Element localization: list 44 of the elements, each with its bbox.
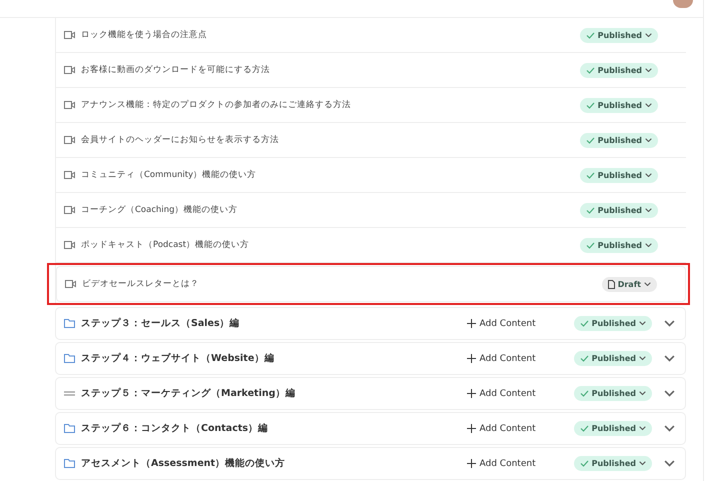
status-dropdown[interactable]: Published xyxy=(580,98,658,112)
lesson-title: ポッドキャスト（Podcast）機能の使い方 xyxy=(81,239,250,251)
status-dropdown[interactable]: Published xyxy=(574,456,652,471)
add-content-button[interactable]: Add Content xyxy=(460,352,542,364)
section-card[interactable]: ステップ５：マーケティング（Marketing）編 Add Content Published xyxy=(55,377,686,410)
section-card[interactable]: アセスメント（Assessment）機能の使い方 Add Content Published xyxy=(55,447,686,480)
lesson-title: ビデオセールスレターとは？ xyxy=(82,278,200,290)
section-title: ステップ４：ウェブサイト（Website）編 xyxy=(81,352,276,365)
status-dropdown[interactable]: Published xyxy=(574,421,652,436)
add-content-button[interactable]: Add Content xyxy=(460,422,542,434)
lesson-row[interactable]: コーチング（Coaching）機能の使い方 Published xyxy=(56,193,686,228)
lesson-row[interactable]: ポッドキャスト（Podcast）機能の使い方 Published xyxy=(56,228,686,263)
status-dropdown[interactable]: Published xyxy=(574,316,652,331)
lesson-title: コーチング（Coaching）機能の使い方 xyxy=(81,204,239,216)
lesson-row[interactable]: 会員サイトのヘッダーにお知らせを表示する方法 Published xyxy=(56,123,686,158)
add-content-button[interactable]: Add Content xyxy=(460,458,542,470)
status-dropdown[interactable]: Published xyxy=(574,386,652,401)
lesson-row[interactable]: ロック機能を使う場合の注意点 Published xyxy=(56,18,686,53)
add-content-button[interactable]: Add Content xyxy=(460,388,542,400)
status-dropdown[interactable]: Published xyxy=(574,351,652,366)
section-title: ステップ５：マーケティング（Marketing）編 xyxy=(81,387,296,400)
section-title: アセスメント（Assessment）機能の使い方 xyxy=(81,457,286,470)
lesson-title: ロック機能を使う場合の注意点 xyxy=(81,29,208,41)
lesson-row[interactable]: ビデオセールスレターとは？ Draft xyxy=(56,266,686,302)
section-card[interactable]: ステップ６：コンタクト（Contacts）編 Add Content Published xyxy=(55,412,686,445)
lesson-row[interactable]: コミュニティ（Community）機能の使い方 Published xyxy=(56,158,686,193)
status-dropdown[interactable]: Published xyxy=(580,168,658,182)
section-title: ステップ６：コンタクト（Contacts）編 xyxy=(81,422,270,435)
lesson-title: 会員サイトのヘッダーにお知らせを表示する方法 xyxy=(81,134,280,146)
lesson-title: アナウンス機能：特定のプロダクトの参加者のみにご連絡する方法 xyxy=(81,99,352,111)
lesson-title: コミュニティ（Community）機能の使い方 xyxy=(81,169,258,181)
status-dropdown[interactable]: Draft xyxy=(602,276,657,292)
section-title: ステップ３：セールス（Sales）編 xyxy=(81,317,241,330)
status-dropdown[interactable]: Published xyxy=(580,202,658,218)
lesson-row[interactable]: お客様に動画のダウンロードを可能にする方法 Published xyxy=(56,53,686,88)
status-dropdown[interactable]: Published xyxy=(580,62,658,78)
add-content-button[interactable]: Add Content xyxy=(460,318,542,330)
section-card[interactable]: ステップ３：セールス（Sales）編 Add Content Published xyxy=(55,307,686,340)
status-dropdown[interactable]: Published xyxy=(580,238,658,252)
section-card[interactable]: ステップ４：ウェブサイト（Website）編 Add Content Published xyxy=(55,342,686,375)
lesson-row[interactable]: アナウンス機能：特定のプロダクトの参加者のみにご連絡する方法 Published xyxy=(56,88,686,123)
lesson-title: お客様に動画のダウンロードを可能にする方法 xyxy=(81,64,271,76)
status-dropdown[interactable]: Published xyxy=(580,132,658,148)
status-dropdown[interactable]: Published xyxy=(580,28,658,42)
